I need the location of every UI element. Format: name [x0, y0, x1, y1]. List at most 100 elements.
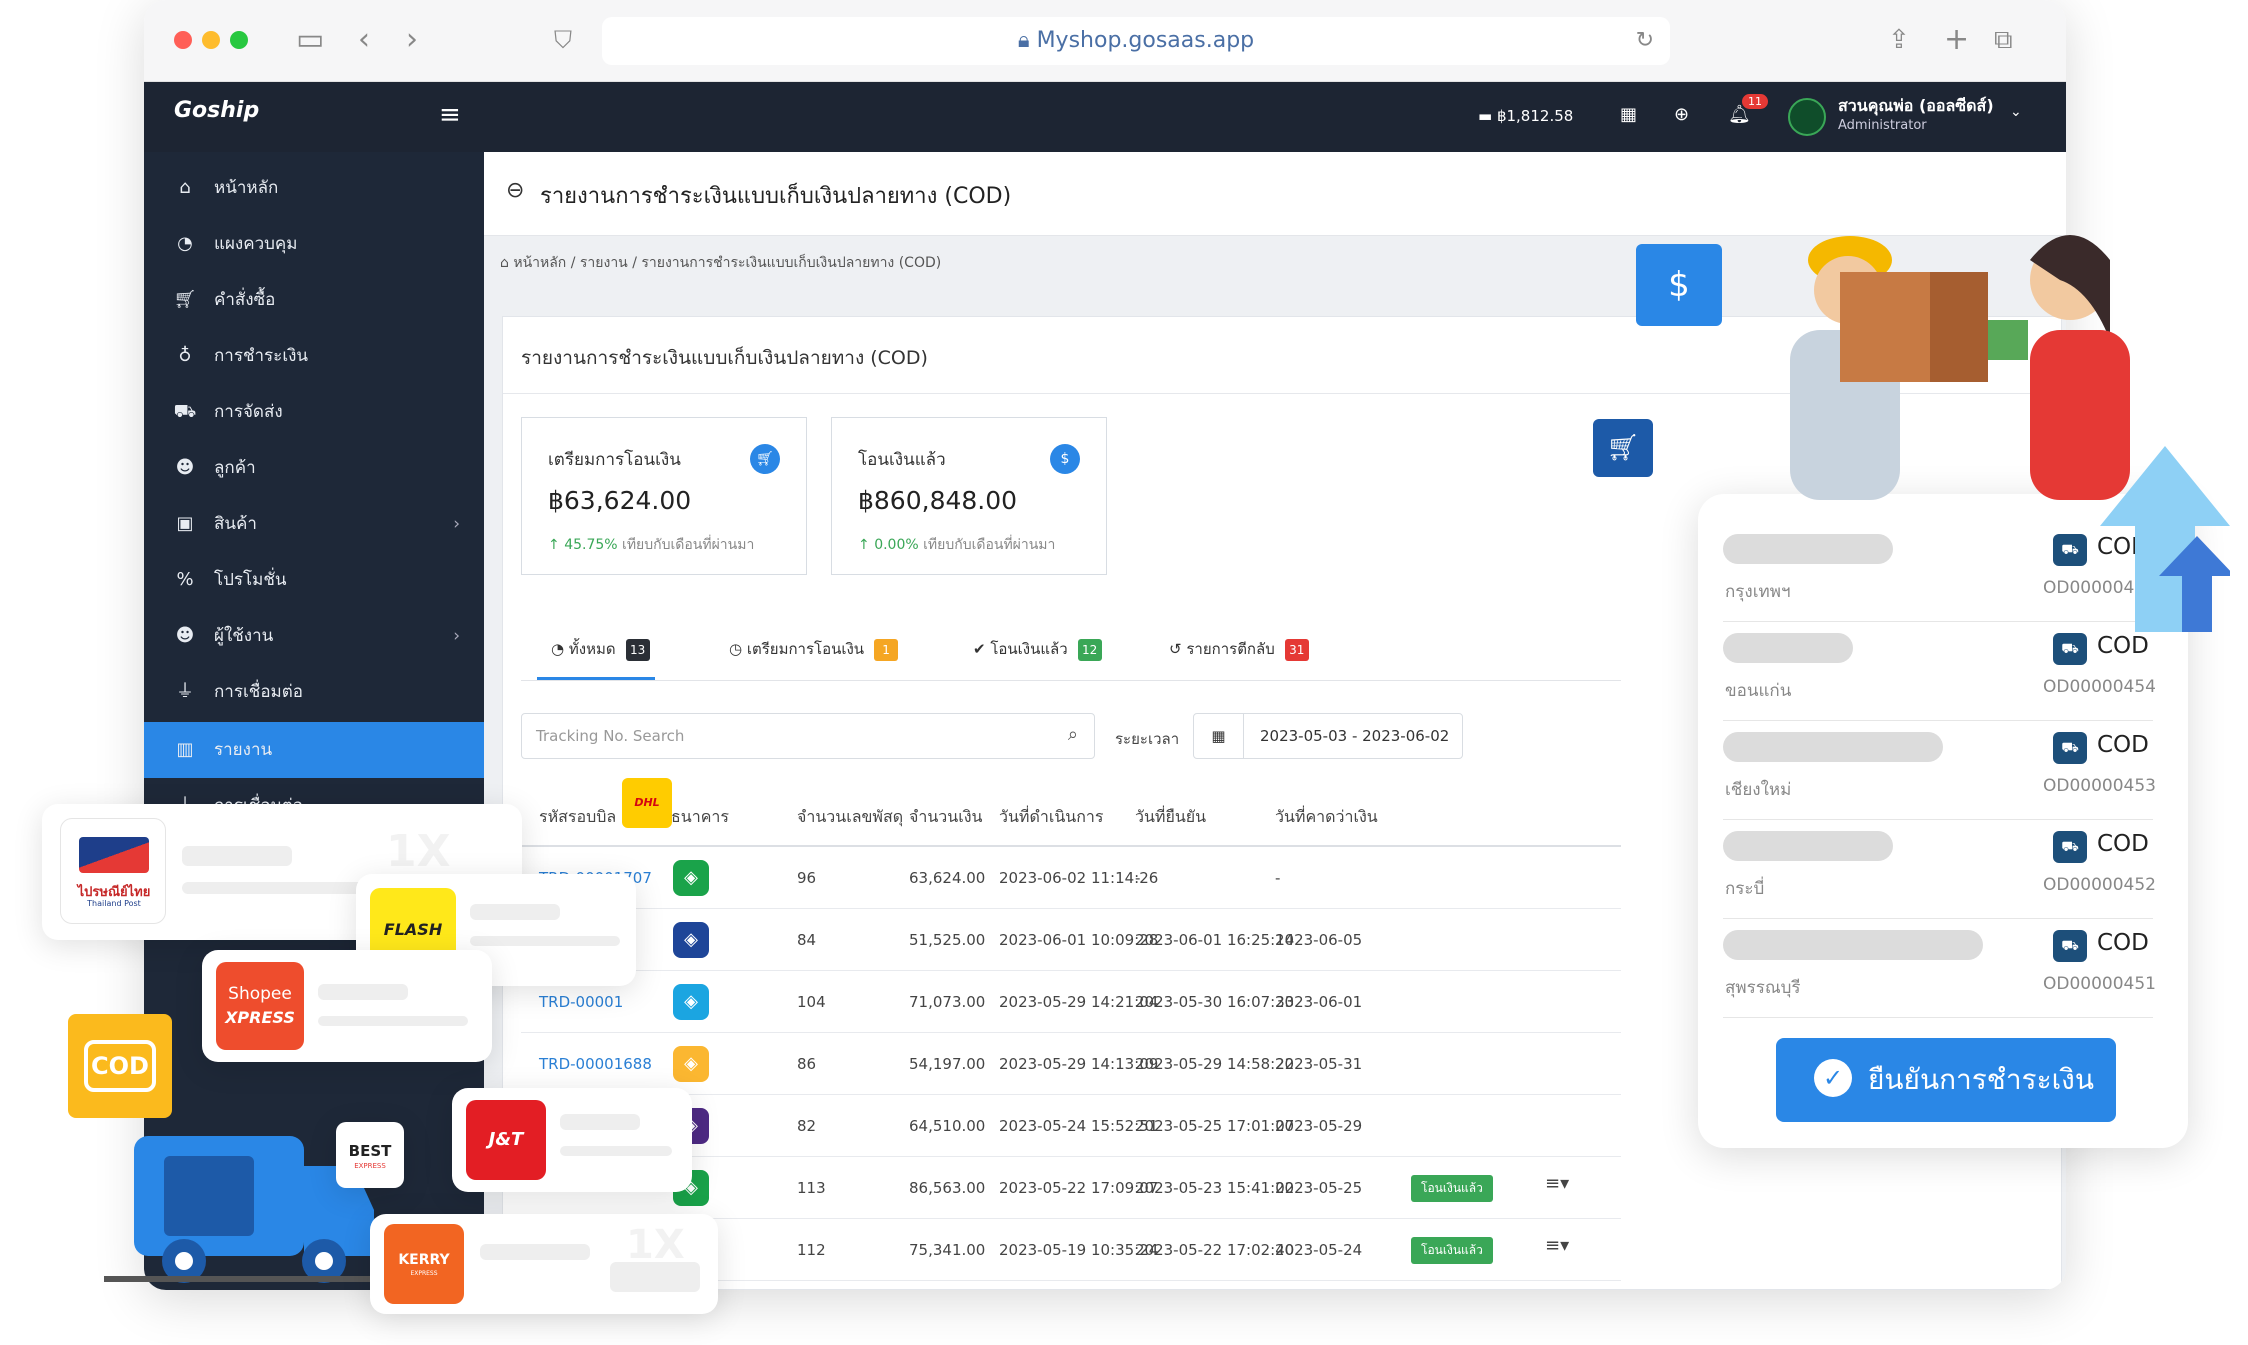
- close-window-button[interactable]: [174, 31, 192, 49]
- undo-icon: ↺: [1169, 640, 1182, 658]
- table-row[interactable]: TRD-00001707◈9663,624.002023-06-02 11:14…: [521, 847, 1621, 909]
- sidebar-item-label: ผู้ใช้งาน: [214, 626, 274, 646]
- column-header[interactable]: ธนาคาร: [671, 805, 729, 830]
- column-header[interactable]: รหัสรอบบิล: [539, 805, 616, 830]
- reload-icon[interactable]: ↻: [1636, 17, 1654, 65]
- sidebar-item-9[interactable]: ⏚ การเชื่อมต่อ: [144, 664, 484, 720]
- city-name: ขอนแก่น: [1725, 681, 1792, 701]
- tab-count-badge: 13: [625, 639, 650, 661]
- tab-1[interactable]: ◷ เตรียมการโอนเงิน 1: [729, 637, 899, 661]
- balance-text: ฿1,812.58: [1496, 107, 1574, 125]
- multiplier-text: 1X: [386, 826, 451, 877]
- cod-order-item[interactable]: ⛟ COD กระบี่ OD00000452: [1723, 821, 2156, 919]
- delivery-truck-icon: [104, 1136, 374, 1283]
- cod-order-item[interactable]: ⛟ COD สุพรรณบุรี OD00000451: [1723, 920, 2156, 1018]
- search-icon[interactable]: ⌕: [1068, 724, 1078, 745]
- cart-tile-icon[interactable]: 🛒︎: [1593, 419, 1653, 477]
- stat-label: โอนเงินแล้ว: [858, 450, 946, 470]
- stat-value: ฿860,848.00: [858, 486, 1018, 515]
- breadcrumb: ⌂ หน้าหลัก / รายงาน / รายงานการชำระเงินแ…: [500, 255, 942, 271]
- placeholder-bar: [480, 1244, 590, 1260]
- sidebar-item-0[interactable]: ⌂ หน้าหลัก: [144, 160, 484, 216]
- column-header[interactable]: วันที่คาดว่าเงิน: [1275, 805, 1378, 830]
- column-header[interactable]: วันที่ดำเนินการ: [999, 805, 1103, 830]
- chart-icon: ▥: [176, 739, 194, 760]
- plus-circle-icon[interactable]: ⊕: [1674, 104, 1689, 125]
- forward-icon[interactable]: ›: [406, 22, 418, 58]
- sidebar-item-label: คำสั่งซื้อ: [214, 290, 276, 310]
- status-badge: โอนเงินแล้ว: [1411, 1237, 1493, 1264]
- sidebar-item-10[interactable]: ▥ รายงาน: [144, 722, 484, 778]
- row-menu-icon[interactable]: ≡▾: [1545, 1235, 1569, 1256]
- bill-id-link[interactable]: TRD-00001688: [539, 1055, 652, 1073]
- sidebar-item-3[interactable]: ♁ การชำระเงิน: [144, 328, 484, 384]
- calculator-icon[interactable]: ▦: [1620, 104, 1637, 125]
- cod-order-item[interactable]: ⛟ COD เชียงใหม่ OD00000453: [1723, 722, 2156, 820]
- sidebar-item-5[interactable]: ☻ ลูกค้า: [144, 440, 484, 496]
- chevron-right-icon: ›: [453, 514, 460, 534]
- status-badge: โอนเงินแล้ว: [1411, 1175, 1493, 1202]
- tabs-overview-icon[interactable]: ⧉: [1994, 22, 2013, 58]
- bill-id-link[interactable]: TRD-00001: [539, 993, 623, 1011]
- column-header[interactable]: จำนวนเงิน: [909, 805, 982, 830]
- wallet-balance[interactable]: ▬ ฿1,812.58: [1478, 107, 1573, 125]
- user-name[interactable]: สวนคุณพ่อ (ออลซีดส์): [1838, 94, 1994, 119]
- avatar[interactable]: [1788, 98, 1826, 136]
- sidebar-item-6[interactable]: ▣ สินค้า ›: [144, 496, 484, 552]
- placeholder-bar: [318, 984, 408, 1000]
- page-title: รายงานการชำระเงินแบบเก็บเงินปลายทาง (COD…: [540, 184, 1012, 209]
- sidebar-item-1[interactable]: ◔ แผงควบคุม: [144, 216, 484, 272]
- minimize-window-button[interactable]: [202, 31, 220, 49]
- cod-order-item[interactable]: ⛟ COD กรุงเทพฯ OD00000455: [1723, 524, 2156, 622]
- placeholder-bar: [560, 1146, 672, 1156]
- tab-3[interactable]: ↺ รายการตีกลับ 31: [1169, 637, 1309, 661]
- box-icon: ▣: [176, 513, 194, 534]
- table-row[interactable]: TRD-00001◈8451,525.002023-06-01 10:09:28…: [521, 909, 1621, 971]
- address-bar[interactable]: 🔒︎ Myshop.gosaas.app ↻: [602, 17, 1670, 65]
- sidebar: ⌂ หน้าหลัก ◔ แผงควบคุม 🛒︎ คำสั่งซื้อ ♁ การชำระเ…: [144, 152, 484, 1290]
- tab-count-badge: 1: [874, 639, 899, 661]
- date-range-picker[interactable]: ▦ 2023-05-03 - 2023-06-02: [1193, 713, 1463, 759]
- back-icon[interactable]: ‹: [358, 22, 370, 58]
- sidebar-item-4[interactable]: ⛟ การจัดส่ง: [144, 384, 484, 440]
- back-circle-icon[interactable]: ⊖: [506, 178, 524, 203]
- tab-2[interactable]: ✔ โอนเงินแล้ว 12: [973, 637, 1102, 661]
- confirm-payment-button[interactable]: ✓ ยืนยันการชำระเงิน: [1776, 1038, 2116, 1122]
- menu-icon[interactable]: ≡: [439, 100, 461, 130]
- pie-icon: ◔: [551, 640, 565, 658]
- goship-logo[interactable]: Goship: [174, 98, 259, 123]
- stat-value: ฿63,624.00: [548, 486, 692, 515]
- bank-logo-icon: ◈: [673, 1046, 709, 1082]
- share-icon[interactable]: ⇪: [1888, 22, 1910, 58]
- city-name: กรุงเทพฯ: [1725, 582, 1791, 602]
- column-header[interactable]: จำนวนเลขพัสดุ: [797, 805, 903, 830]
- sidebar-item-7[interactable]: % โปรโมชั่น: [144, 552, 484, 608]
- row-menu-icon[interactable]: ≡▾: [1545, 1173, 1569, 1194]
- multiplier-text: 1X: [626, 1222, 685, 1268]
- sidebar-toggle-icon[interactable]: ▭: [296, 22, 324, 58]
- shopee-logo: Shopee XPRESS: [216, 962, 304, 1050]
- shield-icon[interactable]: ⛉: [554, 22, 572, 58]
- best-express-logo: BEST EXPRESS: [336, 1122, 404, 1188]
- cash-shape: [1988, 320, 2028, 360]
- wallet-icon: ▬: [1478, 107, 1497, 125]
- sidebar-item-8[interactable]: ☻ ผู้ใช้งาน ›: [144, 608, 484, 664]
- chevron-down-icon[interactable]: ⌄: [2010, 104, 2022, 120]
- clock-icon: ◷: [729, 640, 743, 658]
- table-row[interactable]: TRD-00001688 ◈ 86 54,197.00 2023-05-29 14:13…: [521, 1033, 1621, 1095]
- zoom-window-button[interactable]: [230, 31, 248, 49]
- column-header[interactable]: วันที่ยืนยัน: [1135, 805, 1206, 830]
- cod-order-item[interactable]: ⛟ COD ขอนแก่น OD00000454: [1723, 623, 2156, 721]
- search-input[interactable]: Tracking No. Search ⌕: [521, 713, 1095, 759]
- tab-0[interactable]: ◔ ทั้งหมด 13: [551, 637, 650, 661]
- table-row[interactable]: TRD-00001 ◈ 104 71,073.00 2023-05-29 14:21:0…: [521, 971, 1621, 1033]
- new-tab-icon[interactable]: +: [1944, 22, 1969, 58]
- sidebar-item-label: การจัดส่ง: [214, 402, 283, 422]
- dhl-logo: DHL: [622, 778, 672, 828]
- sidebar-item-label: สินค้า: [214, 514, 257, 534]
- truck-hub-shape: [315, 1252, 333, 1270]
- sidebar-item-2[interactable]: 🛒︎ คำสั่งซื้อ: [144, 272, 484, 328]
- users-icon: ☻: [175, 457, 195, 478]
- stat-label: เตรียมการโอนเงิน: [548, 450, 681, 470]
- home-icon[interactable]: ⌂: [500, 255, 513, 271]
